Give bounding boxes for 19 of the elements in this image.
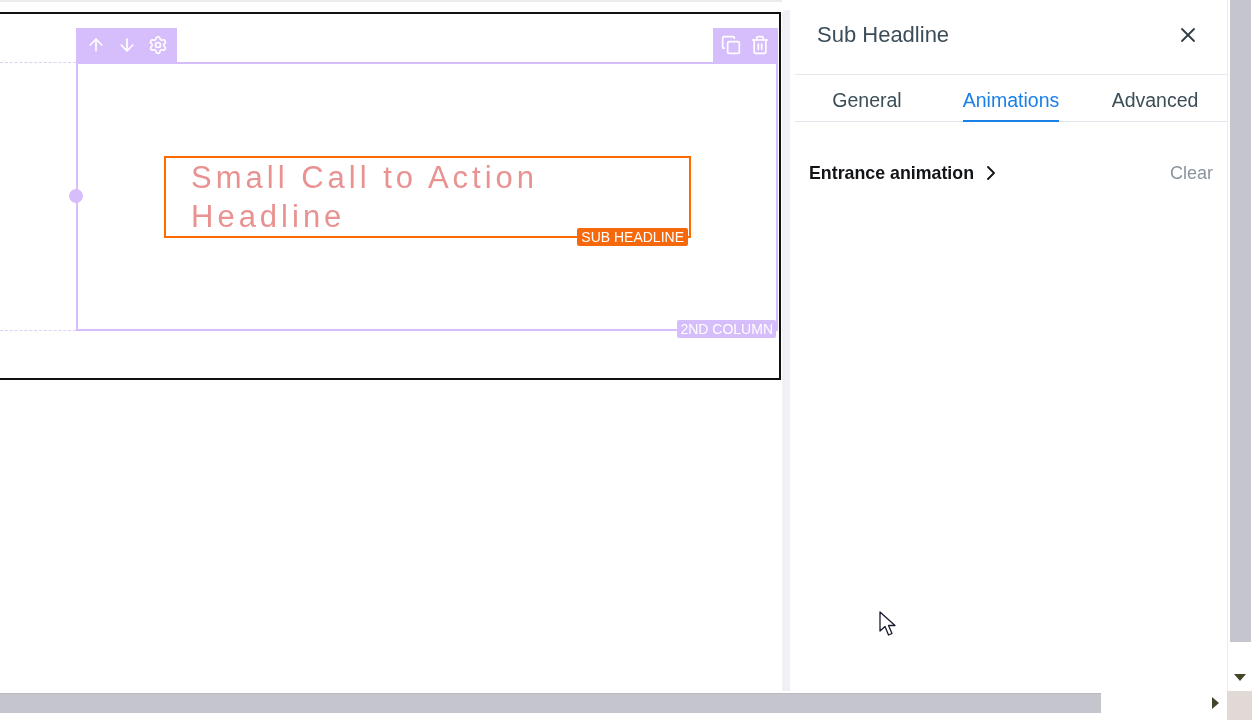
dot-icon[interactable] [69,189,83,203]
chevron-right-icon [987,166,995,180]
tab[interactable]: General [832,85,902,122]
tab[interactable]: Animations [962,85,1060,122]
column-label: 2ND COLUMN [677,320,776,338]
entrance-animation-link[interactable]: Entrance animation [809,162,995,184]
scrollbar-corner [1227,691,1252,720]
copy-icon[interactable] [721,35,742,55]
tab[interactable]: Advanced [1111,85,1199,122]
settings-icon[interactable] [147,35,168,55]
scrollbar-thumb[interactable] [1230,0,1251,642]
scrollbar-thumb[interactable] [0,693,1101,713]
panel-title: Sub Headline [817,22,950,48]
mouse-pointer-icon [879,611,896,636]
trash-icon[interactable] [749,35,770,55]
element-label: SUB HEADLINE [577,228,688,246]
scroll-right-icon[interactable] [1212,697,1219,709]
headline-text: Small Call to Action Headline [191,159,540,236]
scroll-down-icon[interactable] [1234,674,1246,681]
